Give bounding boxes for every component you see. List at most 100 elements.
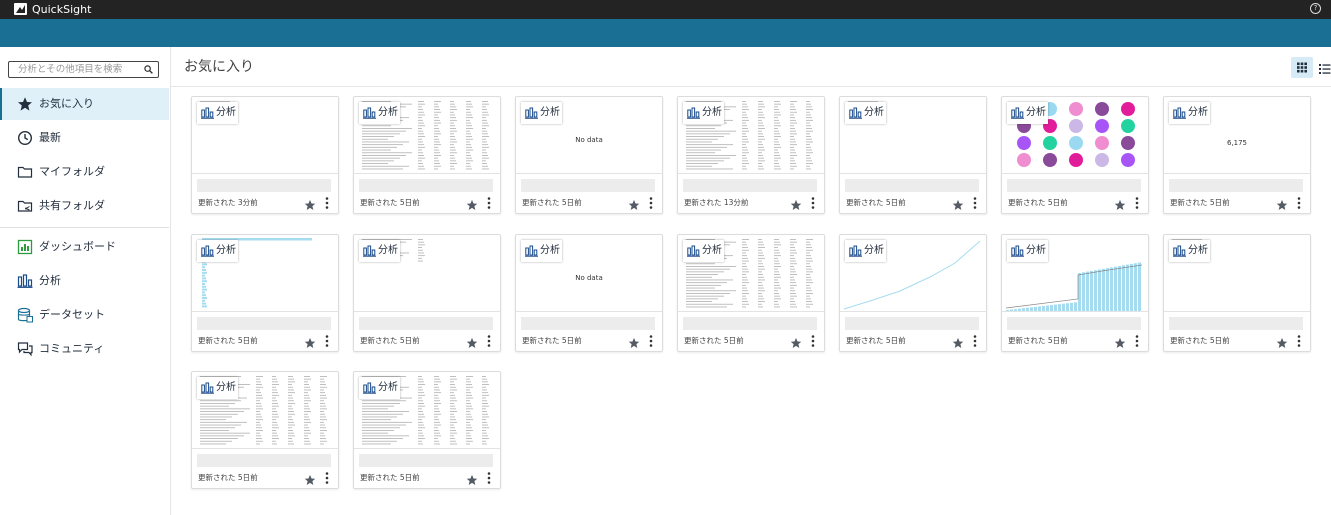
favorite-star-icon[interactable]	[1114, 196, 1126, 210]
analysis-card[interactable]: 分析 更新された 5日前	[839, 234, 987, 352]
sidebar-item-shared-folders[interactable]: 共有フォルダ	[0, 190, 169, 222]
sidebar-item-label: データセット	[39, 308, 105, 321]
card-thumbnail[interactable]: 分析	[840, 97, 986, 174]
favorite-star-icon[interactable]	[952, 196, 964, 210]
sidebar-item-datasets[interactable]: データセット	[0, 299, 169, 331]
analysis-card[interactable]: 分析 更新された 5日前	[677, 234, 825, 352]
card-thumbnail[interactable]: 分析	[1164, 235, 1310, 312]
analysis-card[interactable]: 分析更新された 5日前	[1001, 96, 1149, 214]
card-name-placeholder[interactable]	[845, 179, 979, 192]
more-options-icon[interactable]	[1296, 333, 1302, 347]
card-thumbnail[interactable]: No data 分析	[516, 235, 662, 312]
help-circle-icon[interactable]: ?	[1310, 3, 1321, 14]
card-thumbnail[interactable]: 分析	[354, 97, 500, 174]
card-thumbnail[interactable]: No data 分析	[516, 97, 662, 174]
favorite-star-icon[interactable]	[790, 196, 802, 210]
card-name-placeholder[interactable]	[521, 179, 655, 192]
card-thumbnail[interactable]: 分析	[678, 235, 824, 312]
card-name-placeholder[interactable]	[359, 454, 493, 467]
card-name-placeholder[interactable]	[1169, 317, 1303, 330]
favorite-star-icon[interactable]	[1276, 196, 1288, 210]
more-options-icon[interactable]	[486, 195, 492, 209]
card-name-placeholder[interactable]	[197, 317, 331, 330]
more-options-icon[interactable]	[1296, 195, 1302, 209]
card-updated-text: 更新された 5日前	[1008, 198, 1068, 207]
card-thumbnail[interactable]: 分析	[354, 372, 500, 449]
sidebar-item-favorites[interactable]: お気に入り	[0, 88, 169, 120]
card-name-placeholder[interactable]	[359, 317, 493, 330]
card-name-placeholder[interactable]	[683, 179, 817, 192]
favorite-star-icon[interactable]	[304, 334, 316, 348]
favorite-star-icon[interactable]	[466, 334, 478, 348]
analysis-card[interactable]: 分析 更新された 5日前	[191, 234, 339, 352]
analysis-card[interactable]: 分析 更新された 5日前	[353, 371, 501, 489]
sidebar-item-community[interactable]: コミュニティ	[0, 333, 169, 365]
more-options-icon[interactable]	[810, 195, 816, 209]
analysis-card[interactable]: 分析 更新された 13分前	[677, 96, 825, 214]
card-thumbnail[interactable]: 6,175 分析	[1164, 97, 1310, 174]
analysis-card[interactable]: 分析 更新された 5日前	[353, 234, 501, 352]
more-options-icon[interactable]	[972, 333, 978, 347]
analysis-card[interactable]: 分析 更新された 5日前	[1001, 234, 1149, 352]
sidebar-item-label: お気に入り	[39, 97, 94, 110]
card-name-placeholder[interactable]	[197, 179, 331, 192]
analysis-card[interactable]: No data 分析 更新された 5日前	[515, 234, 663, 352]
card-thumbnail[interactable]: 分析	[192, 235, 338, 312]
favorite-star-icon[interactable]	[1114, 334, 1126, 348]
card-name-placeholder[interactable]	[359, 179, 493, 192]
card-thumbnail[interactable]: 分析	[192, 372, 338, 449]
more-options-icon[interactable]	[648, 195, 654, 209]
favorite-star-icon[interactable]	[466, 196, 478, 210]
analysis-card[interactable]: 分析 更新された 5日前	[839, 96, 987, 214]
analysis-type-label: 分析	[540, 245, 560, 256]
card-name-placeholder[interactable]	[683, 317, 817, 330]
card-name-placeholder[interactable]	[1007, 179, 1141, 192]
quicksight-logo-icon[interactable]	[14, 3, 27, 15]
app-name[interactable]: QuickSight	[32, 2, 91, 17]
more-options-icon[interactable]	[972, 195, 978, 209]
more-options-icon[interactable]	[1134, 195, 1140, 209]
analysis-card[interactable]: 分析 更新された 3分前	[191, 96, 339, 214]
more-options-icon[interactable]	[648, 333, 654, 347]
more-options-icon[interactable]	[324, 195, 330, 209]
thumbnail-combo-chart	[1005, 262, 1143, 311]
more-options-icon[interactable]	[486, 333, 492, 347]
favorite-star-icon[interactable]	[304, 471, 316, 485]
search-input[interactable]	[18, 62, 143, 77]
favorite-star-icon[interactable]	[628, 334, 640, 348]
card-name-placeholder[interactable]	[1007, 317, 1141, 330]
sidebar-item-my-folders[interactable]: マイフォルダ	[0, 156, 169, 188]
card-thumbnail[interactable]: 分析	[1002, 97, 1148, 174]
favorite-star-icon[interactable]	[952, 334, 964, 348]
favorite-star-icon[interactable]	[1276, 334, 1288, 348]
favorite-star-icon[interactable]	[304, 196, 316, 210]
analysis-card[interactable]: 分析 更新された 5日前	[1163, 234, 1311, 352]
analysis-card[interactable]: 6,175 分析 更新された 5日前	[1163, 96, 1311, 214]
favorite-star-icon[interactable]	[628, 196, 640, 210]
analysis-card[interactable]: 分析 更新された 5日前	[353, 96, 501, 214]
card-thumbnail[interactable]: 分析	[840, 235, 986, 312]
card-name-placeholder[interactable]	[1169, 179, 1303, 192]
list-view-button[interactable]	[1317, 61, 1331, 75]
more-options-icon[interactable]	[1134, 333, 1140, 347]
analysis-card[interactable]: No data 分析 更新された 5日前	[515, 96, 663, 214]
more-options-icon[interactable]	[324, 333, 330, 347]
card-thumbnail[interactable]: 分析	[354, 235, 500, 312]
card-thumbnail[interactable]: 分析	[192, 97, 338, 174]
favorite-star-icon[interactable]	[790, 334, 802, 348]
grid-view-button[interactable]	[1291, 57, 1313, 78]
more-options-icon[interactable]	[324, 470, 330, 484]
card-thumbnail[interactable]: 分析	[678, 97, 824, 174]
card-name-placeholder[interactable]	[521, 317, 655, 330]
card-name-placeholder[interactable]	[845, 317, 979, 330]
more-options-icon[interactable]	[486, 470, 492, 484]
search-icon[interactable]	[144, 65, 153, 74]
more-options-icon[interactable]	[810, 333, 816, 347]
card-thumbnail[interactable]: 分析	[1002, 235, 1148, 312]
favorite-star-icon[interactable]	[466, 471, 478, 485]
card-name-placeholder[interactable]	[197, 454, 331, 467]
sidebar-item-analyses[interactable]: 分析	[0, 265, 169, 297]
sidebar-item-dashboards[interactable]: ダッシュボード	[0, 231, 169, 263]
sidebar-item-recent[interactable]: 最新	[0, 122, 169, 154]
analysis-card[interactable]: 分析 更新された 5日前	[191, 371, 339, 489]
